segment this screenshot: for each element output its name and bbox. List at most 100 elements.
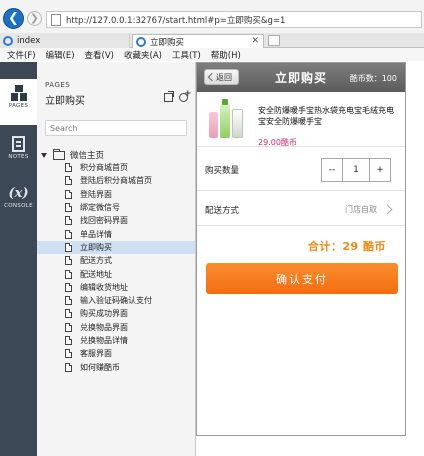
page-list: 积分商城首页登陆后积分商城首页 登陆界面绑定微信号找回密码界面 单品详情立即购买配送… bbox=[37, 161, 195, 374]
document-icon bbox=[65, 203, 72, 213]
decrement-button[interactable]: -- bbox=[322, 159, 342, 181]
page-list-item[interactable]: 如何赚酷币 bbox=[37, 360, 195, 373]
tab-bar: index 立即购买 ✕ bbox=[0, 33, 424, 48]
product-row[interactable]: 安全防爆暖手宝热水袋充电宝毛绒充电宝安全防爆暖手宝 29.00酷币 bbox=[197, 92, 405, 147]
coin-count: 酷币数：100 bbox=[349, 74, 397, 83]
product-name: 安全防爆暖手宝热水袋充电宝毛绒充电宝安全防爆暖手宝 bbox=[258, 106, 394, 126]
caret-down-icon[interactable] bbox=[41, 152, 47, 158]
rail-pages-button[interactable]: PAGES bbox=[0, 79, 37, 125]
page-list-item[interactable]: 单品详情 bbox=[37, 227, 195, 240]
ie-icon bbox=[136, 36, 146, 47]
document-icon bbox=[65, 282, 72, 292]
confirm-pay-button[interactable]: 确认支付 bbox=[206, 263, 398, 294]
page-list-label: 登陆界面 bbox=[80, 189, 112, 199]
product-image bbox=[207, 98, 245, 138]
page-list-item[interactable]: 积分商城首页 bbox=[37, 161, 195, 174]
page-list-label: 输入验证码确认支付 bbox=[80, 296, 152, 306]
page-list-item[interactable]: 绑定微信号 bbox=[37, 201, 195, 214]
back-arrow-icon[interactable]: ❮ bbox=[3, 8, 24, 29]
page-list-item[interactable]: 配送方式 bbox=[37, 254, 195, 267]
document-icon bbox=[65, 216, 72, 226]
close-icon[interactable]: ✕ bbox=[251, 36, 259, 46]
forward-arrow-icon[interactable]: ❯ bbox=[27, 11, 42, 26]
url-input[interactable]: http://127.0.0.1:32767/start.html#p=立即购买… bbox=[46, 11, 422, 28]
rail-pages-label: PAGES bbox=[8, 103, 29, 109]
export-icon[interactable] bbox=[164, 91, 174, 102]
bottle-shape bbox=[232, 109, 243, 138]
document-icon bbox=[65, 163, 72, 173]
back-chevron-icon bbox=[207, 72, 217, 82]
document-icon bbox=[65, 349, 72, 359]
url-text: http://127.0.0.1:32767/start.html#p=立即购买… bbox=[66, 15, 286, 26]
page-list-item[interactable]: 兑换物品详情 bbox=[37, 334, 195, 347]
page-list-item[interactable]: 购买成功界面 bbox=[37, 307, 195, 320]
document-icon bbox=[65, 309, 72, 319]
page-list-item[interactable]: 输入验证码确认支付 bbox=[37, 294, 195, 307]
page-list-label: 积分商城首页 bbox=[80, 163, 128, 173]
folder-icon bbox=[53, 148, 65, 160]
prototype-header: 返回 立即购买 酷币数：100 bbox=[197, 63, 405, 92]
rail-notes-button[interactable]: NOTES bbox=[0, 136, 37, 172]
panel-section-label: PAGES bbox=[45, 81, 71, 89]
panel-title: 立即购买 bbox=[45, 96, 85, 107]
menu-edit[interactable]: 编辑(E) bbox=[46, 49, 75, 61]
back-button[interactable]: 返回 bbox=[204, 69, 239, 85]
menu-tools[interactable]: 工具(T) bbox=[172, 49, 201, 61]
bottle-shape bbox=[220, 99, 230, 138]
sidebar-rail: PAGES NOTES (x) CONSOLE bbox=[0, 62, 37, 456]
page-list-label: 购买成功界面 bbox=[80, 309, 128, 319]
page-list-label: 如何赚酷币 bbox=[80, 362, 120, 372]
menu-bar: 文件(F) 编辑(E) 查看(V) 收藏夹(A) 工具(T) 帮助(H) bbox=[0, 48, 424, 61]
document-icon bbox=[65, 242, 72, 252]
rail-notes-label: NOTES bbox=[8, 154, 29, 160]
page-list-label: 兑换物品界面 bbox=[80, 322, 128, 332]
page-list-item[interactable]: 兑换物品界面 bbox=[37, 321, 195, 334]
menu-view[interactable]: 查看(V) bbox=[85, 49, 114, 61]
tree-root[interactable]: 微信主页 bbox=[41, 148, 195, 161]
tree-root-label: 微信主页 bbox=[70, 151, 105, 161]
page-list-item[interactable]: 立即购买 bbox=[37, 240, 195, 255]
tab-index[interactable]: index bbox=[0, 34, 130, 48]
page-list-item[interactable]: 配送地址 bbox=[37, 267, 195, 280]
pages-panel: PAGES 立即购买 Search 微信主页 积分商城首页登陆后积分商城首页登陆… bbox=[37, 62, 195, 456]
ie-icon bbox=[3, 36, 13, 46]
page-list-item[interactable]: 编辑收货地址 bbox=[37, 281, 195, 294]
page-list-label: 编辑收货地址 bbox=[80, 282, 128, 292]
address-bar-row: ❮ ❯ http://127.0.0.1:32767/start.html#p=… bbox=[0, 0, 424, 33]
variable-icon: (x) bbox=[8, 186, 29, 201]
page-list-item[interactable]: 找回密码界面 bbox=[37, 214, 195, 227]
quantity-value[interactable]: 1 bbox=[342, 159, 370, 181]
shipping-value: 门店自取 bbox=[345, 205, 377, 214]
document-icon bbox=[65, 176, 72, 186]
page-list-label: 绑定微信号 bbox=[80, 203, 120, 213]
page-list-item[interactable]: 客服界面 bbox=[37, 347, 195, 360]
prototype-title: 立即购买 bbox=[275, 71, 328, 85]
page-list-label: 配送地址 bbox=[80, 269, 112, 279]
add-page-icon[interactable] bbox=[179, 89, 192, 102]
menu-file[interactable]: 文件(F) bbox=[7, 49, 36, 61]
shipping-row[interactable]: 配送方式 门店自取 bbox=[197, 192, 405, 226]
tab-label: index bbox=[17, 36, 41, 46]
document-icon bbox=[65, 336, 72, 345]
menu-help[interactable]: 帮助(H) bbox=[211, 49, 241, 61]
document-icon bbox=[65, 322, 72, 332]
quantity-row: 购买数量 -- 1 + bbox=[197, 149, 405, 191]
document-icon bbox=[65, 189, 72, 199]
rail-console-button[interactable]: (x) CONSOLE bbox=[0, 186, 37, 222]
order-total: 合计：29 酷币 bbox=[307, 240, 386, 253]
chevron-right-icon bbox=[382, 204, 393, 215]
menu-favorites[interactable]: 收藏夹(A) bbox=[124, 49, 162, 61]
page-list-item[interactable]: 登陆界面 bbox=[37, 188, 195, 201]
document-icon bbox=[65, 229, 72, 239]
increment-button[interactable]: + bbox=[370, 159, 390, 181]
page-list-label: 登陆后积分商城首页 bbox=[80, 176, 152, 186]
shipping-label: 配送方式 bbox=[205, 206, 240, 216]
new-tab-icon[interactable] bbox=[268, 35, 280, 46]
sitemap-icon bbox=[10, 85, 27, 101]
search-input[interactable]: Search bbox=[45, 120, 187, 136]
prototype-frame: 返回 立即购买 酷币数：100 安全防爆暖手宝热水袋充电宝毛绒充电宝安全防爆暖手… bbox=[196, 62, 406, 436]
tab-buy-now[interactable]: 立即购买 ✕ bbox=[132, 34, 264, 48]
page-list-item[interactable]: 登陆后积分商城首页 bbox=[37, 174, 195, 187]
page-list-label: 立即购买 bbox=[80, 242, 112, 252]
page-list-label: 找回密码界面 bbox=[80, 216, 128, 226]
